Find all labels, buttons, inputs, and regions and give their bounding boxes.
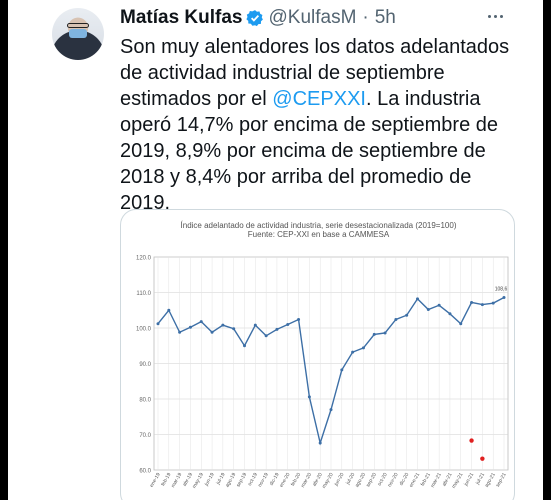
y-tick-label: 100.0 [136,327,152,333]
tweet-text-line: estimados por el @CEPXXI. La industria [120,88,481,110]
data-point [275,327,279,331]
x-tick-label: mar-21 [430,472,443,489]
y-tick-label: 60.0 [139,469,151,475]
y-tick-label: 70.0 [139,433,151,439]
author-name[interactable]: Matías Kulfas [120,7,242,29]
x-tick-label: jun-19 [203,472,216,488]
line-chart: 60.070.080.090.0100.0110.0120.0ene-19feb… [136,256,509,490]
verified-badge-icon [246,10,264,27]
author-handle[interactable]: @KulfasM [268,7,356,29]
tweet-text-line: 2018 y 8,4% por arriba del promedio de [120,166,472,188]
data-point [210,330,214,334]
x-tick-label: nov-19 [257,472,270,488]
data-point [156,322,160,326]
data-point [297,317,301,321]
data-point [243,344,246,348]
data-point [426,308,430,312]
avatar-mask [69,29,87,38]
data-point [448,312,452,316]
y-tick-label: 120.0 [136,256,152,262]
y-tick-label: 80.0 [139,398,151,404]
data-point [372,332,376,336]
data-point [351,350,355,354]
data-point [221,323,225,327]
x-tick-label: may-19 [191,472,205,490]
data-point [416,297,419,301]
data-point [405,313,409,317]
x-tick-label: mar-19 [170,472,183,489]
data-point [318,441,322,445]
more-options-icon[interactable] [483,6,507,26]
data-point [491,301,495,305]
x-tick-label: sep-19 [235,472,248,488]
data-point [253,323,257,327]
x-tick-label: may-20 [321,472,335,490]
x-tick-label: mar-20 [300,472,313,489]
tweet-text-line: operó 14,7% por encima de septiembre de [120,114,499,136]
x-tick-label: sep-20 [365,472,378,488]
x-tick-label: nov-20 [387,472,400,488]
x-tick-label: ene-21 [408,472,421,489]
data-point [394,317,398,321]
data-point [340,368,344,372]
avatar[interactable] [52,8,104,60]
x-tick-label: jun-21 [463,472,476,488]
mention-link[interactable]: @CEPXXI [272,88,366,110]
data-point [361,346,365,350]
data-point [199,320,203,324]
data-point [459,322,463,326]
data-point [286,322,290,326]
highlight-marker [469,438,474,443]
highlight-marker [480,456,485,461]
data-point [437,303,441,307]
tweet-text-line: Son muy alentadores los datos adelantado… [120,36,510,58]
separator-dot: · [362,7,369,28]
data-point [502,295,506,299]
y-tick-label: 90.0 [139,362,151,368]
end-data-label: 108,6 [495,286,508,292]
x-tick-label: sep-21 [495,472,508,488]
tweet-text: Son muy alentadores los datos adelantado… [120,34,515,216]
y-tick-label: 110.0 [136,291,151,297]
data-point [329,408,333,412]
x-tick-label: may-21 [451,472,465,490]
data-point [470,300,474,304]
data-point [178,330,182,334]
tweet-text-line: 2019, 8,9% por encima de septiembre de [120,140,486,162]
x-tick-label: jun-20 [333,472,346,488]
data-point [307,395,311,399]
data-point [188,325,192,329]
tweet-header: Matías Kulfas @KulfasM · 5h [120,6,520,30]
avatar-glasses [67,23,89,28]
data-point [232,327,236,331]
tweet-card[interactable]: Matías Kulfas @KulfasM · 5h Son muy alen… [8,0,543,500]
data-point [264,334,268,338]
data-point [167,308,171,312]
x-tick-label: ene-20 [278,472,291,489]
chart-image[interactable]: Índice adelantado de actividad industria… [120,209,515,500]
tweet-timestamp[interactable]: 5h [375,7,396,29]
data-point [480,303,484,307]
data-point [383,331,387,335]
tweet-text-line: de actividad industrial de septiembre [120,62,445,84]
